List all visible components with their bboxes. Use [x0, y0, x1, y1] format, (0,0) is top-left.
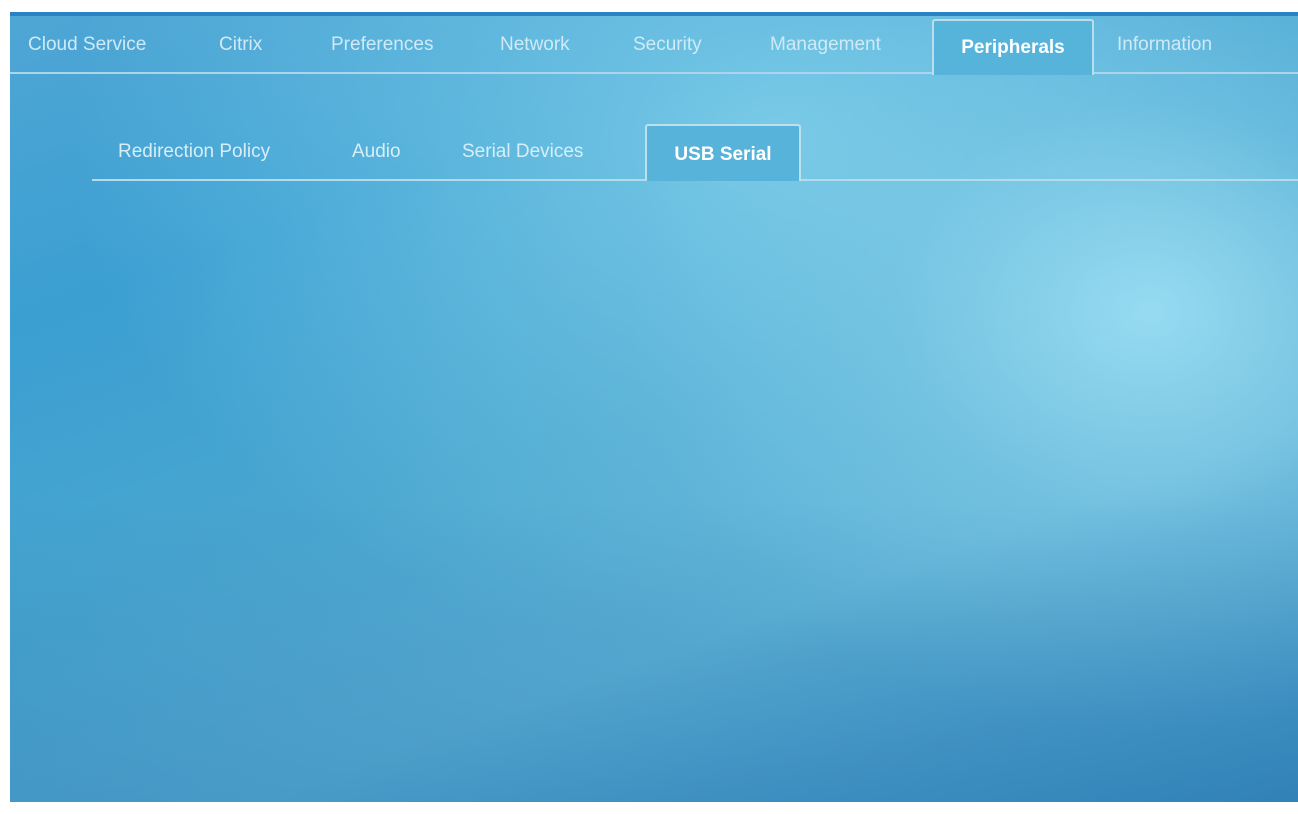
settings-window: Cloud Service Citrix Preferences Network…: [10, 12, 1298, 802]
tab-information[interactable]: Information: [1117, 16, 1212, 72]
tab-citrix[interactable]: Citrix: [219, 16, 262, 72]
usb-serial-panel: [10, 184, 1298, 802]
subtab-audio[interactable]: Audio: [352, 120, 401, 178]
tab-cloud-service[interactable]: Cloud Service: [28, 16, 146, 72]
tab-peripherals[interactable]: Peripherals: [932, 19, 1094, 75]
subtab-serial-devices[interactable]: Serial Devices: [462, 120, 583, 178]
subtab-usb-serial[interactable]: USB Serial: [645, 124, 801, 181]
sub-tab-bar: Redirection Policy Audio Serial Devices …: [10, 120, 1298, 184]
tab-network[interactable]: Network: [500, 16, 570, 72]
top-tab-bar: Cloud Service Citrix Preferences Network…: [10, 12, 1298, 75]
tab-security[interactable]: Security: [633, 16, 702, 72]
subtab-redirection-policy[interactable]: Redirection Policy: [118, 120, 270, 178]
tab-preferences[interactable]: Preferences: [331, 16, 433, 72]
tab-management[interactable]: Management: [770, 16, 881, 72]
top-tab-divider: [10, 72, 1298, 74]
